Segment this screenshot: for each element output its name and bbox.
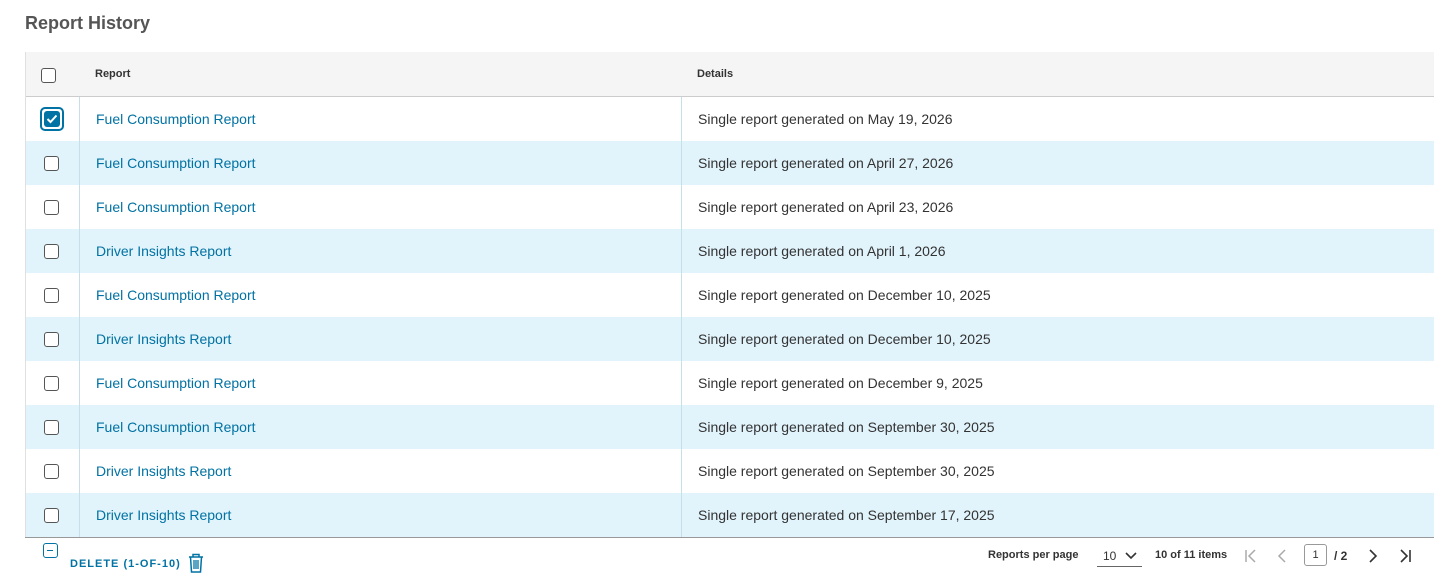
table-row[interactable]: Fuel Consumption Report Single report gen… — [26, 405, 1434, 449]
report-cell: Driver Insights Report — [80, 317, 682, 361]
column-header-details[interactable]: Details — [697, 68, 733, 80]
report-link[interactable]: Fuel Consumption Report — [96, 287, 256, 303]
details-cell: Single report generated on April 1, 2026 — [682, 229, 1435, 273]
table-row[interactable]: Fuel Consumption Report Single report gen… — [26, 361, 1434, 405]
report-link[interactable]: Driver Insights Report — [96, 243, 231, 259]
report-cell: Fuel Consumption Report — [80, 361, 682, 405]
details-text: Single report generated on April 1, 2026 — [698, 243, 946, 259]
table-row[interactable]: Driver Insights Report Single report gene… — [26, 449, 1434, 493]
row-checkbox[interactable] — [40, 107, 64, 131]
row-checkbox[interactable] — [44, 244, 59, 259]
chevron-right-icon[interactable] — [1367, 548, 1379, 569]
report-cell: Fuel Consumption Report — [80, 141, 682, 185]
row-select-cell — [26, 317, 80, 361]
details-cell: Single report generated on April 27, 202… — [682, 141, 1435, 185]
row-checkbox[interactable] — [44, 376, 59, 391]
details-cell: Single report generated on September 30,… — [682, 449, 1435, 493]
items-summary: 10 of 11 items — [1155, 549, 1228, 561]
details-cell: Single report generated on May 19, 2026 — [682, 97, 1435, 141]
row-select-cell — [26, 141, 80, 185]
page-title: Report History — [25, 13, 151, 33]
row-checkbox[interactable] — [44, 288, 59, 303]
report-link[interactable]: Fuel Consumption Report — [96, 111, 256, 127]
table-body: Fuel Consumption Report Single report gen… — [26, 97, 1434, 537]
row-checkbox[interactable] — [44, 156, 59, 171]
page-total: / 2 — [1334, 549, 1348, 563]
details-text: Single report generated on September 30,… — [698, 463, 995, 479]
row-select-cell — [26, 97, 80, 141]
per-page-select[interactable]: 10 — [1097, 545, 1142, 567]
row-checkbox[interactable] — [44, 508, 59, 523]
report-link[interactable]: Fuel Consumption Report — [96, 155, 256, 171]
chevron-left-icon[interactable] — [1276, 548, 1288, 569]
row-checkbox[interactable] — [44, 420, 59, 435]
details-cell: Single report generated on December 9, 2… — [682, 361, 1435, 405]
row-select-cell — [26, 273, 80, 317]
details-text: Single report generated on December 10, … — [698, 287, 991, 303]
report-cell: Fuel Consumption Report — [80, 97, 682, 141]
page-number-input[interactable]: 1 — [1304, 544, 1327, 566]
report-cell: Driver Insights Report — [80, 229, 682, 273]
details-cell: Single report generated on September 30,… — [682, 405, 1435, 449]
report-link[interactable]: Driver Insights Report — [96, 331, 231, 347]
checkmark-icon — [44, 111, 60, 127]
row-select-cell — [26, 493, 80, 537]
row-select-cell — [26, 405, 80, 449]
details-cell: Single report generated on April 23, 202… — [682, 185, 1435, 229]
details-text: Single report generated on May 19, 2026 — [698, 111, 953, 127]
per-page-value: 10 — [1103, 549, 1117, 563]
report-cell: Fuel Consumption Report — [80, 185, 682, 229]
last-page-icon[interactable] — [1398, 548, 1412, 569]
per-page-label: Reports per page — [988, 549, 1079, 561]
table-footer-divider — [25, 537, 1434, 538]
delete-button[interactable]: DELETE (1-OF-10) — [70, 558, 181, 570]
report-history-table: Report Details Fuel Consumption Report Si… — [25, 52, 1434, 538]
first-page-icon[interactable] — [1244, 548, 1258, 569]
row-checkbox[interactable] — [44, 464, 59, 479]
table-row[interactable]: Driver Insights Report Single report gene… — [26, 229, 1434, 273]
table-row[interactable]: Fuel Consumption Report Single report gen… — [26, 97, 1434, 141]
report-link[interactable]: Fuel Consumption Report — [96, 419, 256, 435]
report-link[interactable]: Fuel Consumption Report — [96, 199, 256, 215]
table-row[interactable]: Driver Insights Report Single report gene… — [26, 317, 1434, 361]
row-checkbox[interactable] — [44, 200, 59, 215]
details-cell: Single report generated on December 10, … — [682, 273, 1435, 317]
report-cell: Fuel Consumption Report — [80, 405, 682, 449]
report-link[interactable]: Driver Insights Report — [96, 463, 231, 479]
details-text: Single report generated on September 17,… — [698, 507, 995, 523]
details-text: Single report generated on December 9, 2… — [698, 375, 983, 391]
details-cell: Single report generated on September 17,… — [682, 493, 1435, 537]
table-row[interactable]: Fuel Consumption Report Single report gen… — [26, 141, 1434, 185]
chevron-down-icon — [1125, 550, 1137, 564]
table-header: Report Details — [26, 52, 1434, 97]
row-select-cell — [26, 361, 80, 405]
row-select-cell — [26, 185, 80, 229]
report-cell: Driver Insights Report — [80, 449, 682, 493]
report-link[interactable]: Fuel Consumption Report — [96, 375, 256, 391]
row-select-cell — [26, 449, 80, 493]
table-row[interactable]: Fuel Consumption Report Single report gen… — [26, 185, 1434, 229]
report-cell: Fuel Consumption Report — [80, 273, 682, 317]
details-text: Single report generated on April 27, 202… — [698, 155, 954, 171]
trash-icon[interactable] — [186, 552, 206, 576]
table-row[interactable]: Driver Insights Report Single report gene… — [26, 493, 1434, 537]
details-text: Single report generated on April 23, 202… — [698, 199, 954, 215]
row-checkbox[interactable] — [44, 332, 59, 347]
column-header-report[interactable]: Report — [95, 68, 130, 80]
row-select-cell — [26, 229, 80, 273]
minus-square-icon[interactable] — [43, 543, 58, 558]
report-cell: Driver Insights Report — [80, 493, 682, 537]
details-text: Single report generated on December 10, … — [698, 331, 991, 347]
details-text: Single report generated on September 30,… — [698, 419, 995, 435]
table-row[interactable]: Fuel Consumption Report Single report gen… — [26, 273, 1434, 317]
details-cell: Single report generated on December 10, … — [682, 317, 1435, 361]
report-link[interactable]: Driver Insights Report — [96, 507, 231, 523]
select-all-checkbox[interactable] — [41, 68, 56, 88]
